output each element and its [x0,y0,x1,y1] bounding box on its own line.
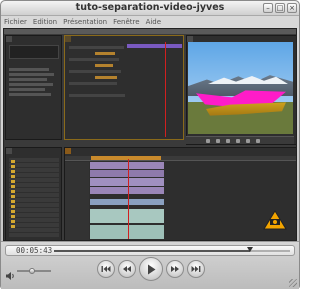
effect-row [69,46,124,49]
monitor-button[interactable] [236,139,240,143]
minimize-button[interactable]: – [263,3,273,13]
menu-fenetre[interactable]: Fenêtre [113,18,139,26]
menu-presentation[interactable]: Présentation [63,18,107,26]
monitor-controls [186,136,294,144]
project-item [9,83,53,86]
close-icon: × [289,4,295,12]
menu-aide[interactable]: Aide [146,18,161,26]
project-item [9,68,49,71]
monitor-button[interactable] [226,139,230,143]
program-monitor-image [188,42,293,134]
maximize-icon: □ [276,4,284,12]
effect-controls-tab [65,36,71,42]
minimize-icon: – [266,4,270,12]
timeline-playhead[interactable] [128,159,129,239]
audio-clip[interactable] [90,225,164,239]
timeline-tab [65,148,71,154]
volume-button[interactable] [5,266,15,280]
effect-playhead [165,42,166,137]
rewind-button[interactable] [97,260,115,278]
video-clip[interactable] [90,178,164,186]
seek-progress [54,250,250,252]
skip-back-icon [123,266,131,272]
effect-keyframe-bar [127,44,182,48]
monitor-button[interactable] [256,139,260,143]
monitor-button[interactable] [246,139,250,143]
video-clip[interactable] [90,170,164,177]
work-area-bar [91,156,161,160]
track-headers [65,162,89,240]
folder-icons [11,160,15,230]
play-button[interactable] [139,257,163,281]
title-bar[interactable]: tuto-separation-video-jyves – □ × [1,1,299,16]
effect-row [69,94,125,97]
effect-value [95,64,113,67]
project-panel [5,35,62,140]
project-item [9,88,45,91]
seek-bar[interactable]: 00:05:43 [5,245,295,256]
seek-handle[interactable] [246,247,253,252]
project-preview-thumb [9,45,59,59]
maximize-button[interactable]: □ [275,3,285,13]
effect-value [95,76,117,79]
media-browser-panel [5,147,62,240]
speaker-icon [6,272,14,280]
watermark-logo [263,210,287,230]
effect-controls-panel [64,35,184,140]
seek-track[interactable] [54,247,290,252]
effect-row [69,82,117,85]
monitor-button[interactable] [206,139,210,143]
current-time: 00:05:43 [16,246,53,255]
audio-clip[interactable] [90,209,164,223]
video-clip[interactable] [90,162,164,169]
effect-value [95,52,115,55]
menu-edition[interactable]: Edition [33,18,57,26]
media-browser-tab [6,148,12,154]
project-item [9,73,54,76]
skip-end-button[interactable] [187,260,205,278]
effect-row [69,58,119,61]
project-panel-tab [6,36,12,42]
rewind-icon [101,266,111,272]
player-controls: 00:05:43 [1,241,299,289]
close-button[interactable]: × [287,3,297,13]
effect-row [69,70,121,73]
project-item [9,93,51,96]
volume-handle[interactable] [29,268,36,274]
video-clip[interactable] [90,187,164,194]
resize-grip[interactable] [289,279,297,287]
video-display[interactable] [3,28,297,241]
fast-rewind-button[interactable] [118,260,136,278]
project-item [9,78,47,81]
window-title: tuto-separation-video-jyves [75,2,225,13]
video-clip[interactable] [90,199,164,205]
fast-forward-button[interactable] [166,260,184,278]
monitor-button[interactable] [216,139,220,143]
play-icon [148,264,156,274]
menu-fichier[interactable]: Fichier [4,18,27,26]
video-editor-menubar [4,29,296,34]
file-list [9,158,59,238]
media-player-window: tuto-separation-video-jyves – □ × Fichie… [0,0,300,289]
skip-forward-icon [171,266,179,272]
volume-slider[interactable] [17,268,51,274]
menu-bar: Fichier Edition Présentation Fenêtre Aid… [1,16,299,27]
skip-end-icon [191,266,201,272]
